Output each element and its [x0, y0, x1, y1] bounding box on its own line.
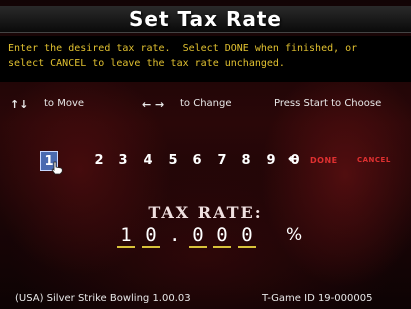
- key-7[interactable]: 7: [213, 151, 231, 171]
- screen: Set Tax Rate Enter the desired tax rate.…: [0, 0, 411, 309]
- instructions-line-1: Enter the desired tax rate. Select DONE …: [8, 43, 358, 54]
- instructions-line-2: select CANCEL to leave the tax rate unch…: [8, 58, 285, 69]
- change-hint: to Change: [180, 98, 232, 109]
- instructions: Enter the desired tax rate. Select DONE …: [8, 41, 408, 71]
- left-right-arrows-icon: ← →: [142, 98, 165, 111]
- rate-digit-5[interactable]: 0: [238, 224, 256, 248]
- tax-rate-label: TAX RATE:: [148, 203, 263, 222]
- game-version: (USA) Silver Strike Bowling 1.00.03: [15, 293, 191, 304]
- game-id: T-Game ID 19-000005: [262, 293, 373, 304]
- rate-digit-4[interactable]: 0: [213, 224, 231, 248]
- back-arrow-icon[interactable]: ←: [288, 152, 299, 167]
- key-2[interactable]: 2: [90, 151, 108, 171]
- key-5[interactable]: 5: [164, 151, 182, 171]
- key-8[interactable]: 8: [237, 151, 255, 171]
- press-start-hint: Press Start to Choose: [274, 98, 382, 109]
- key-3[interactable]: 3: [114, 151, 132, 171]
- key-4[interactable]: 4: [139, 151, 157, 171]
- rate-digit-3[interactable]: 0: [189, 224, 207, 248]
- hand-pointer-icon: [51, 161, 63, 175]
- page-title: Set Tax Rate: [129, 7, 282, 31]
- done-button[interactable]: DONE: [310, 156, 338, 165]
- key-9[interactable]: 9: [262, 151, 280, 171]
- move-hint: to Move: [44, 98, 85, 109]
- rate-digit-2[interactable]: 0: [142, 224, 160, 248]
- rate-decimal-point: .: [169, 224, 181, 246]
- percent-sign: %: [286, 225, 303, 245]
- cancel-button[interactable]: CANCEL: [357, 156, 391, 164]
- rate-digit-1[interactable]: 1: [117, 224, 135, 248]
- key-6[interactable]: 6: [188, 151, 206, 171]
- up-down-arrows-icon: ↑↓: [10, 98, 29, 111]
